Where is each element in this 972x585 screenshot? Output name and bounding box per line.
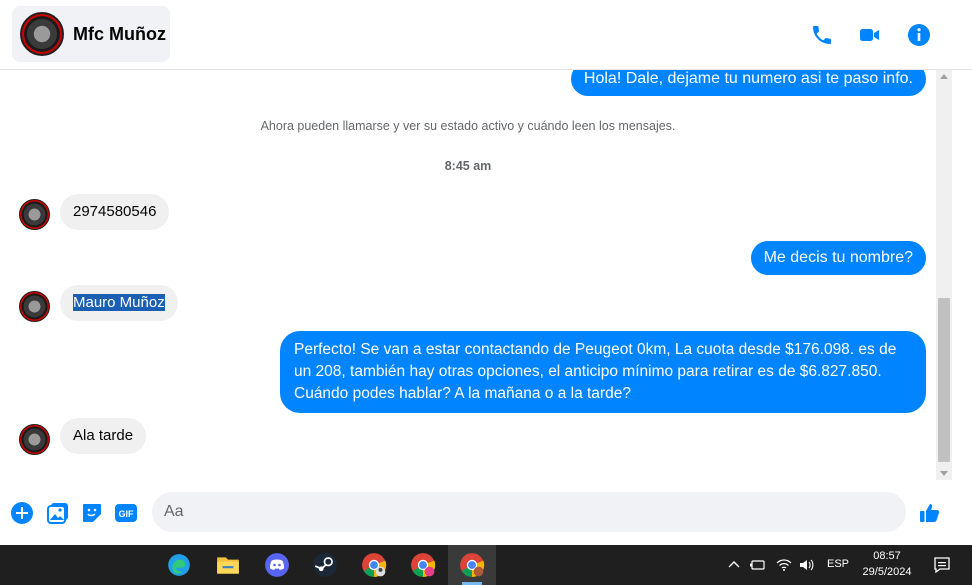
video-call-icon[interactable] (858, 23, 882, 47)
message-list[interactable]: Hola! Dale, dejame tu numero asi te paso… (0, 70, 936, 480)
windows-taskbar: ESP 08:57 29/5/2024 (0, 545, 972, 585)
steam-icon[interactable] (311, 551, 339, 579)
incoming-message[interactable]: Ala tarde (60, 418, 147, 454)
message-timestamp: 8:45 am (444, 159, 492, 173)
file-explorer-icon[interactable] (214, 551, 242, 579)
scroll-up-arrow-icon[interactable] (940, 74, 948, 79)
scroll-down-arrow-icon[interactable] (940, 471, 948, 476)
taskbar-clock[interactable]: 08:57 29/5/2024 (856, 548, 918, 580)
contact-avatar (20, 12, 64, 56)
phone-icon[interactable] (810, 23, 834, 47)
plus-icon[interactable] (10, 501, 34, 525)
notification-center-icon[interactable] (928, 551, 956, 579)
chrome-profile-3-icon[interactable] (458, 551, 486, 579)
gif-label: GIF (119, 509, 135, 519)
chat-header: Mfc Muñoz (0, 0, 972, 70)
incoming-message[interactable]: Mauro Muñoz (60, 285, 178, 321)
outgoing-message[interactable]: Me decis tu nombre? (750, 241, 926, 275)
wifi-icon[interactable] (775, 551, 793, 579)
sender-avatar[interactable] (19, 424, 50, 455)
chat-scrollbar[interactable] (936, 70, 952, 480)
outgoing-message[interactable]: Perfecto! Se van a estar contactando de … (280, 331, 926, 413)
clock-date: 29/5/2024 (862, 566, 912, 578)
chrome-profile-1-icon[interactable] (360, 551, 388, 579)
incoming-message[interactable]: 2974580546 (60, 194, 170, 230)
sender-avatar[interactable] (19, 291, 50, 322)
sticker-icon[interactable] (80, 501, 104, 525)
contact-name: Mfc Muñoz (73, 23, 166, 44)
like-thumb-icon[interactable] (918, 501, 942, 525)
scroll-thumb[interactable] (938, 298, 950, 462)
gif-icon[interactable]: GIF (114, 501, 138, 525)
volume-icon[interactable] (797, 551, 815, 579)
message-input-box[interactable] (152, 492, 906, 532)
clock-time: 08:57 (873, 550, 901, 562)
message-input[interactable] (164, 492, 864, 532)
info-icon[interactable] (907, 23, 931, 47)
outgoing-message[interactable]: Hola! Dale, dejame tu numero asi te paso… (570, 70, 926, 96)
edge-browser-icon[interactable] (165, 551, 193, 579)
selected-text: Mauro Muñoz (73, 294, 165, 311)
battery-icon[interactable] (749, 551, 767, 579)
chrome-profile-2-icon[interactable] (409, 551, 437, 579)
messenger-window: Mfc Muñoz Hola! Dale, dejame tu numero a… (0, 0, 972, 585)
sender-avatar[interactable] (19, 199, 50, 230)
photo-gallery-icon[interactable] (46, 501, 70, 525)
contact-profile-button[interactable]: Mfc Muñoz (12, 6, 170, 62)
system-notice: Ahora pueden llamarse y ver su estado ac… (260, 119, 676, 133)
discord-icon[interactable] (263, 551, 291, 579)
input-language[interactable]: ESP (827, 558, 849, 570)
tray-chevron-up-icon[interactable] (726, 551, 742, 579)
